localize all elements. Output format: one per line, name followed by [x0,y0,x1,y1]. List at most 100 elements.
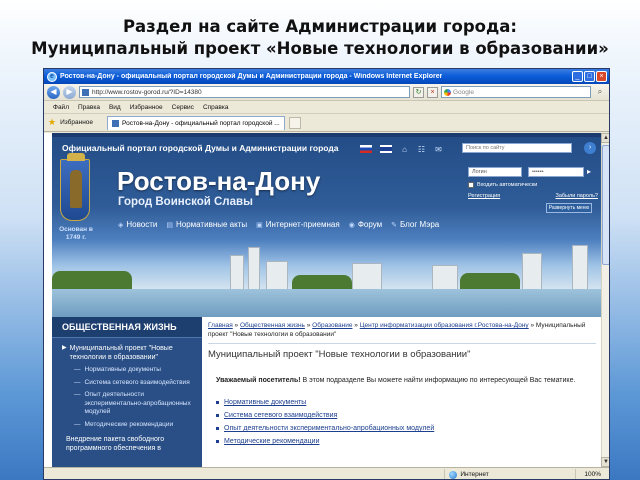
building [248,247,260,291]
menu-favorites[interactable]: Избранное [130,104,163,111]
sitemap-icon[interactable]: ☷ [417,145,426,154]
nav-reception-label: Интернет-приемная [265,220,340,229]
nav-reception[interactable]: ▣ Интернет-приемная [256,220,340,229]
building [266,261,288,291]
sidebar-subitem[interactable]: — Методические рекомендации [52,419,202,432]
nav-blog-label: Блог Мэра [400,220,440,229]
remember-me[interactable]: Входить автоматически [468,182,537,188]
remember-label: Входить автоматически [477,182,538,188]
google-icon [444,89,451,96]
list-item: Нормативные документы [216,396,602,409]
emblem-crown [67,153,85,161]
site-search-input[interactable]: Поиск по сайту [462,143,572,153]
login-submit-icon[interactable]: ▸ [587,167,597,177]
login-password-input[interactable]: •••••• [528,167,584,177]
russian-flag-icon[interactable] [360,145,372,153]
breadcrumb-home[interactable]: Главная [208,322,233,329]
mail-icon[interactable]: ✉ [434,145,443,154]
site-header: Официальный портал городской Думы и Адми… [52,133,602,317]
forgot-password-link[interactable]: Забыли пароль? [556,193,598,199]
slide-title-line-1: Раздел на сайте Администрации города: [122,17,518,36]
breadcrumb-center[interactable]: Центр информатизации образования г.Росто… [360,322,529,329]
tab-bar: ★ Избранное Ростов-на-Дону - официальный… [44,114,609,132]
breadcrumb-education[interactable]: Образование [312,322,352,329]
search-magnifier-icon[interactable]: ⌕ [594,87,606,98]
sidebar-subitem[interactable]: — Нормативные документы [52,364,202,377]
english-flag-icon[interactable] [380,145,392,153]
breadcrumb-social[interactable]: Общественная жизнь [240,322,305,329]
nav-forum[interactable]: ◉ Форум [349,220,382,229]
river [52,289,602,317]
building [572,245,588,291]
link-normative-docs[interactable]: Нормативные документы [224,396,306,409]
window-titlebar[interactable]: e Ростов-на-Дону - официальный портал го… [44,69,609,84]
stop-icon[interactable]: × [427,86,438,98]
nav-blog[interactable]: ✎ Блог Мэра [391,220,439,229]
document-icon: ▤ [166,221,173,229]
menu-help[interactable]: Справка [203,104,229,111]
security-zone[interactable]: Интернет [445,470,575,479]
sidebar-subitem-label: Нормативные документы [84,366,161,373]
intro-greeting: Уважаемый посетитель! [216,377,301,384]
link-network-system[interactable]: Система сетевого взаимодействия [224,409,337,422]
maximize-icon[interactable]: □ [584,71,595,82]
nav-normative[interactable]: ▤ Нормативные акты [166,220,247,229]
zoom-level[interactable]: 100% [584,471,601,478]
intro-body: В этом подразделе Вы можете найти информ… [302,377,576,384]
sidebar-subitem[interactable]: — Опыт деятельности экспериментально-апро… [52,389,202,419]
sidebar-subitem[interactable]: — Система сетевого взаимодействия [52,377,202,390]
scrollbar-thumb[interactable] [602,145,609,265]
window-controls: _ □ × [572,71,607,82]
bullet-icon [216,401,219,404]
menu-tools[interactable]: Сервис [172,104,194,111]
dash-icon: — [74,366,81,373]
home-icon[interactable]: ⌂ [400,145,409,154]
intro-text: Уважаемый посетитель! В этом подразделе … [216,376,596,386]
tab-label: Ростов-на-Дону - официальный портал горо… [122,119,280,127]
link-experimental-modules[interactable]: Опыт деятельности экспериментально-апроб… [224,422,434,435]
minimize-icon[interactable]: _ [572,71,583,82]
login-username-input[interactable]: Логин [468,167,522,177]
address-input[interactable]: http://www.rostov-gorod.ru/?ID=14380 [79,86,410,98]
nav-forum-label: Форум [357,220,383,229]
menu-file[interactable]: Файл [53,104,69,111]
tab-rostov-portal[interactable]: Ростов-на-Дону - официальный портал горо… [107,115,285,130]
menu-view[interactable]: Вид [109,104,121,111]
register-link[interactable]: Регистрация [468,193,500,199]
nav-news[interactable]: ◈ Новости [118,220,157,229]
building [432,265,458,291]
sidebar-item-active-label: Муниципальный проект "Новые технологии в… [69,345,173,361]
link-method-recommendations[interactable]: Методические рекомендации [224,435,319,448]
sidebar-item-active[interactable]: ▶ Муниципальный проект "Новые технологии… [52,338,202,364]
city-emblem-icon [60,153,90,221]
web-page: Официальный портал городской Думы и Адми… [52,133,602,467]
scroll-up-icon[interactable]: ▲ [601,133,609,143]
header-icons: ⌂ ☷ ✉ [360,145,443,154]
news-icon: ◈ [118,221,124,229]
breadcrumb: Главная » Общественная жизнь » Образован… [208,322,586,338]
favorites-star-icon[interactable]: ★ [48,117,56,128]
sidebar-section-title: ОБЩЕСТВЕННАЯ ЖИЗНЬ [52,317,202,338]
sidebar-item-foss[interactable]: Внедрение пакета свободного программного… [52,431,202,455]
browser-search-input[interactable]: Google [441,86,591,98]
remember-checkbox[interactable] [468,182,474,188]
status-bar: Интернет 100% [44,467,609,479]
window-title: Ростов-на-Дону - официальный портал горо… [60,73,443,80]
back-arrow-icon[interactable]: ◀ [47,85,60,99]
sidebar: ОБЩЕСТВЕННАЯ ЖИЗНЬ ▶ Муниципальный проек… [52,317,202,467]
scroll-down-icon[interactable]: ▼ [601,457,609,467]
menu-edit[interactable]: Правка [78,104,100,111]
portal-title: Официальный портал городской Думы и Адми… [62,143,339,153]
bullet-icon [216,427,219,430]
forum-icon: ◉ [348,221,355,229]
city-name[interactable]: Ростов-на-Дону [117,166,320,197]
favorites-button[interactable]: Избранное [60,119,93,126]
refresh-icon[interactable]: ↻ [413,86,424,98]
sidebar-subitem-label: Система сетевого взаимодействия [84,378,190,386]
browser-viewport: Официальный портал городской Думы и Адми… [44,133,609,467]
expand-menu-button[interactable]: Развернуть меню [546,203,592,213]
new-tab-button[interactable] [288,116,301,129]
rss-icon[interactable]: › [584,142,596,154]
close-icon[interactable]: × [596,71,607,82]
forward-arrow-icon[interactable]: ▶ [63,85,76,99]
